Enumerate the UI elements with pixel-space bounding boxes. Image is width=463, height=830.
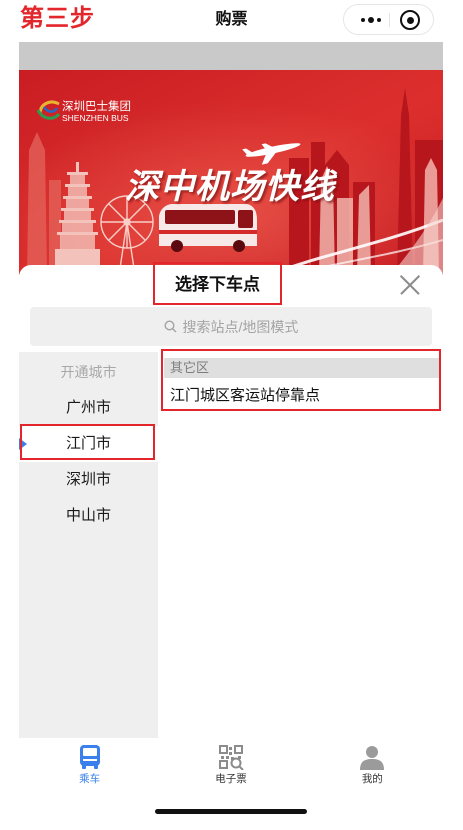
city-item-jiangmen[interactable]: 江门市 (19, 426, 158, 462)
tab-ride[interactable]: 乘车 (19, 738, 160, 796)
more-dots-icon[interactable] (354, 5, 388, 34)
city-item-zhongshan[interactable]: 中山市 (19, 498, 158, 534)
city-item-label: 广州市 (65, 399, 111, 416)
qr-ticket-icon (218, 745, 244, 770)
city-item-label: 江门市 (65, 435, 111, 452)
person-icon (360, 746, 385, 770)
target-circle-icon[interactable] (400, 10, 420, 30)
top-gray-band (19, 42, 443, 70)
city-list: 开通城市 广州市 江门市 深圳市 中山市 (19, 352, 158, 738)
station-search-input[interactable]: 搜索站点/地图模式 (30, 307, 432, 346)
mini-program-capsule (343, 4, 434, 35)
selected-indicator-icon (19, 438, 27, 450)
tab-label: 乘车 (79, 773, 101, 785)
city-item-label: 中山市 (65, 507, 111, 524)
shenzhen-bus-logo: 深圳巴士集团 SHENZHEN BUS (36, 99, 131, 123)
promo-banner: 深圳巴士集团 SHENZHEN BUS 深中机场快线 (19, 70, 443, 275)
city-item-guangzhou[interactable]: 广州市 (19, 390, 158, 426)
bottom-tab-bar: 乘车 电子票 我的 (19, 738, 443, 796)
home-indicator[interactable] (155, 809, 307, 814)
district-section-header: 其它区 (164, 358, 440, 378)
city-list-heading: 开通城市 (60, 364, 117, 380)
coach-bus-illustration (159, 204, 257, 252)
logo-chinese-text: 深圳巴士集团 (62, 99, 131, 113)
search-icon (164, 320, 177, 333)
search-placeholder: 搜索站点/地图模式 (182, 318, 299, 335)
banner-artwork: 深圳巴士集团 SHENZHEN BUS 深中机场快线 (19, 70, 443, 275)
close-icon[interactable] (398, 273, 422, 297)
tab-me[interactable]: 我的 (302, 738, 443, 796)
tab-e-ticket[interactable]: 电子票 (160, 738, 301, 796)
bus-icon (79, 745, 100, 769)
tab-label: 我的 (361, 773, 383, 785)
station-item[interactable]: 江门城区客运站停靠点 (170, 384, 320, 408)
tab-label: 电子票 (215, 773, 247, 785)
capsule-divider (389, 13, 390, 27)
city-item-shenzhen[interactable]: 深圳市 (19, 462, 158, 498)
city-item-label: 深圳市 (65, 471, 111, 488)
logo-english-text: SHENZHEN BUS (62, 113, 129, 123)
sheet-title: 选择下车点 (175, 275, 260, 294)
banner-headline: 深中机场快线 (125, 168, 338, 206)
